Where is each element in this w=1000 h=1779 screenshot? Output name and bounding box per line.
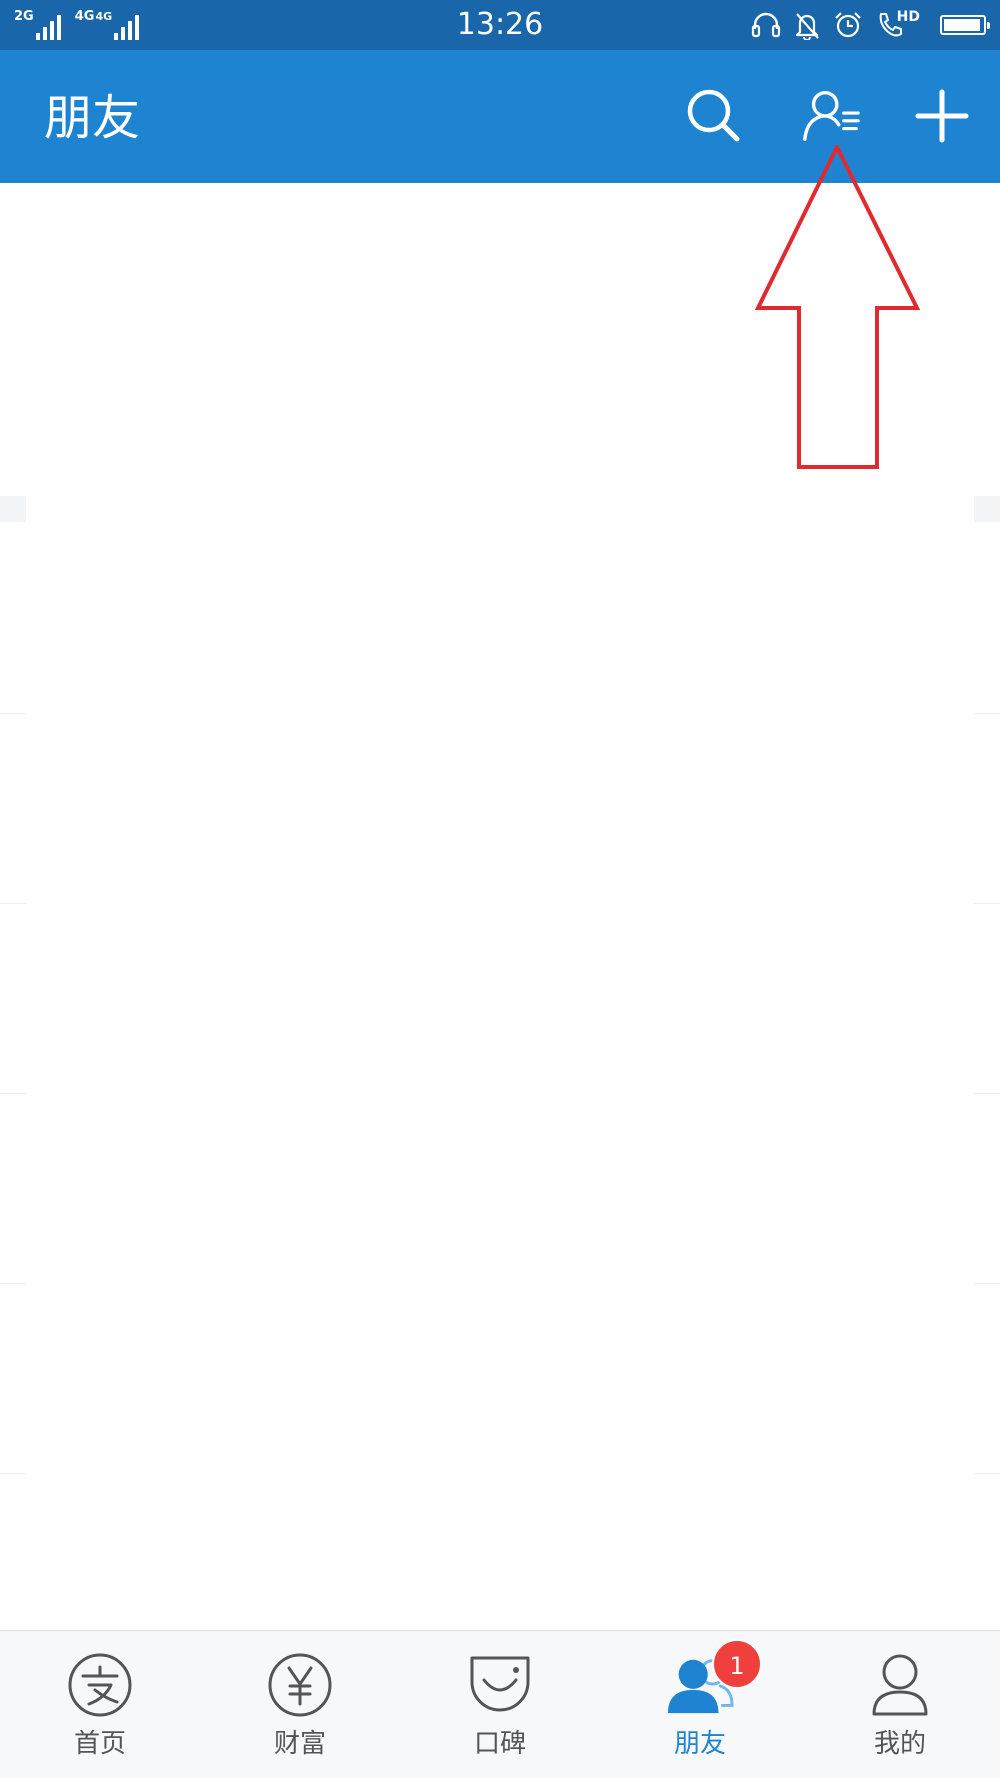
search-icon [687, 89, 740, 142]
tab-wealth-label: 财富 [273, 1729, 326, 1759]
page-title: 朋友 [44, 90, 141, 146]
contacts-list-icon [803, 91, 860, 141]
tab-home-label: 首页 [73, 1729, 126, 1759]
annotation-arrow [755, 145, 921, 469]
divider [0, 1283, 26, 1284]
divider [0, 1093, 26, 1094]
divider [974, 1283, 1000, 1284]
yen-coin-icon [266, 1651, 334, 1719]
tab-koubei[interactable]: 口碑 [400, 1631, 600, 1779]
divider [974, 1473, 1000, 1474]
tab-mine[interactable]: 我的 [800, 1631, 1000, 1779]
tab-home[interactable]: 首页 [0, 1631, 200, 1779]
battery-icon [940, 15, 990, 35]
tab-wealth[interactable]: 财富 [200, 1631, 400, 1779]
bottom-tab-bar: 首页 财富 口碑 1 朋友 我的 [0, 1630, 1000, 1778]
plus-icon [915, 89, 969, 143]
alarm-icon [834, 12, 861, 38]
hd-label: HD [896, 9, 920, 25]
divider-mark-left [0, 496, 26, 522]
notification-badge: 1 [712, 1639, 762, 1689]
person-outline-icon [866, 1651, 934, 1719]
status-icons: HD [751, 8, 990, 42]
divider-mark-right [974, 496, 1000, 522]
divider [0, 903, 26, 904]
headset-icon [751, 12, 780, 38]
search-button[interactable] [682, 84, 746, 148]
divider [974, 903, 1000, 904]
add-button[interactable] [910, 84, 974, 148]
annotation-arrow-shape [755, 145, 921, 469]
tab-friends-label: 朋友 [673, 1729, 726, 1759]
alipay-logo-icon [66, 1651, 134, 1719]
status-bar: 2G 4G 4G 13:26 HD [0, 0, 1000, 50]
battery-level [944, 19, 980, 31]
contacts-button[interactable] [800, 84, 864, 148]
tab-friends[interactable]: 1 朋友 [600, 1631, 800, 1779]
koubei-smile-icon [466, 1651, 534, 1719]
divider [0, 1473, 26, 1474]
bell-off-icon [795, 13, 819, 40]
tab-mine-label: 我的 [873, 1729, 926, 1759]
tab-koubei-label: 口碑 [473, 1729, 526, 1759]
divider [974, 1093, 1000, 1094]
divider [0, 713, 26, 714]
divider [974, 713, 1000, 714]
